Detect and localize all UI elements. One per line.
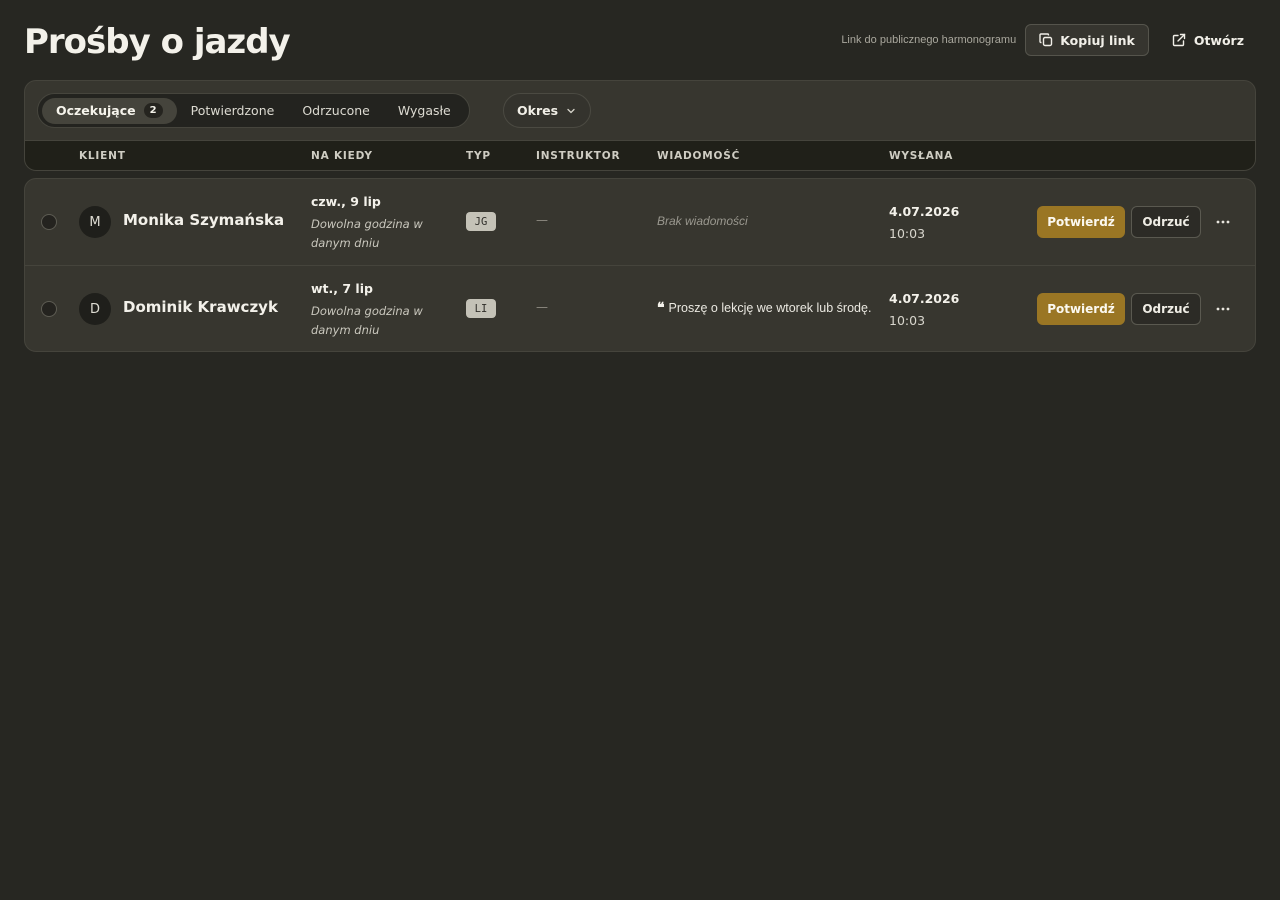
more-options-button[interactable] (1211, 297, 1235, 321)
avatar: M (79, 206, 111, 238)
when-note: Dowolna godzina w danym dniu (311, 217, 423, 250)
tab-pending-count: 2 (143, 103, 163, 118)
more-horizontal-icon (1216, 220, 1230, 224)
instructor-value: — (536, 213, 548, 227)
page-title: Prośby o jazdy (24, 22, 291, 62)
open-button[interactable]: Otwórz (1161, 24, 1256, 56)
copy-link-button[interactable]: Kopiuj link (1025, 24, 1149, 56)
client-name[interactable]: Monika Szymańska (123, 211, 284, 229)
requests-table: M Monika Szymańska czw., 9 lip Dowolna g… (24, 178, 1256, 352)
client-name[interactable]: Dominik Krawczyk (123, 298, 278, 316)
reject-button[interactable]: Odrzuć (1131, 293, 1201, 325)
status-tabs: Oczekujące 2 Potwierdzone Odrzucone Wyga… (37, 93, 470, 128)
more-options-button[interactable] (1211, 210, 1235, 234)
quote-icon: ❝ (657, 299, 665, 315)
column-when[interactable]: NA KIEDY (311, 150, 373, 162)
external-link-icon (1171, 32, 1187, 48)
sent-time: 10:03 (889, 226, 926, 241)
top-actions: Link do publicznego harmonogramu Kopiuj … (841, 24, 1256, 56)
open-label: Otwórz (1193, 32, 1244, 48)
tab-pending-label: Oczekujące (56, 103, 136, 118)
column-message[interactable]: WIADOMOŚĆ (657, 150, 740, 162)
tab-rejected[interactable]: Odrzucone (288, 98, 384, 124)
confirm-button[interactable]: Potwierdź (1037, 206, 1125, 238)
table-row: M Monika Szymańska czw., 9 lip Dowolna g… (25, 179, 1255, 265)
filter-card: Oczekujące 2 Potwierdzone Odrzucone Wyga… (24, 80, 1256, 171)
reject-button[interactable]: Odrzuć (1131, 206, 1201, 238)
tab-rejected-label: Odrzucone (302, 103, 370, 118)
period-label: Okres (517, 103, 559, 118)
confirm-button[interactable]: Potwierdź (1037, 293, 1125, 325)
row-checkbox[interactable] (41, 301, 57, 317)
when-note: Dowolna godzina w danym dniu (311, 304, 423, 337)
copy-link-label: Kopiuj link (1060, 32, 1135, 48)
type-badge: LI (466, 299, 496, 318)
more-horizontal-icon (1216, 307, 1230, 311)
chevron-down-icon (566, 106, 576, 116)
table-row: D Dominik Krawczyk wt., 7 lip Dowolna go… (25, 265, 1255, 351)
copy-icon (1038, 32, 1054, 48)
message-empty: Brak wiadomości (657, 214, 748, 228)
when-date: wt., 7 lip (311, 281, 373, 296)
tab-confirmed-label: Potwierdzone (190, 103, 275, 118)
column-sent[interactable]: WYSŁANA (889, 150, 953, 162)
tab-confirmed[interactable]: Potwierdzone (177, 98, 289, 124)
tab-expired-label: Wygasłe (397, 103, 451, 118)
instructor-value: — (536, 300, 548, 314)
type-badge: JG (466, 212, 496, 231)
avatar: D (79, 293, 111, 325)
column-instructor[interactable]: INSTRUKTOR (536, 150, 620, 162)
when-date: czw., 9 lip (311, 194, 381, 209)
sent-time: 10:03 (889, 313, 926, 328)
table-header: KLIENT NA KIEDY TYP INSTRUKTOR WIADOMOŚĆ… (25, 140, 1255, 170)
public-link-label: Link do publicznego harmonogramu (841, 34, 1017, 46)
period-dropdown[interactable]: Okres (503, 93, 592, 128)
message-body: Proszę o lekcję we wtorek lub środę. (668, 301, 872, 315)
column-client[interactable]: KLIENT (79, 150, 126, 162)
tab-expired[interactable]: Wygasłe (384, 98, 465, 124)
tab-pending[interactable]: Oczekujące 2 (42, 97, 177, 124)
sent-date: 4.07.2026 (889, 204, 960, 219)
row-checkbox[interactable] (41, 214, 57, 230)
column-type[interactable]: TYP (466, 150, 491, 162)
message-text: ❝ Proszę o lekcję we wtorek lub środę. (657, 299, 871, 316)
sent-date: 4.07.2026 (889, 291, 960, 306)
